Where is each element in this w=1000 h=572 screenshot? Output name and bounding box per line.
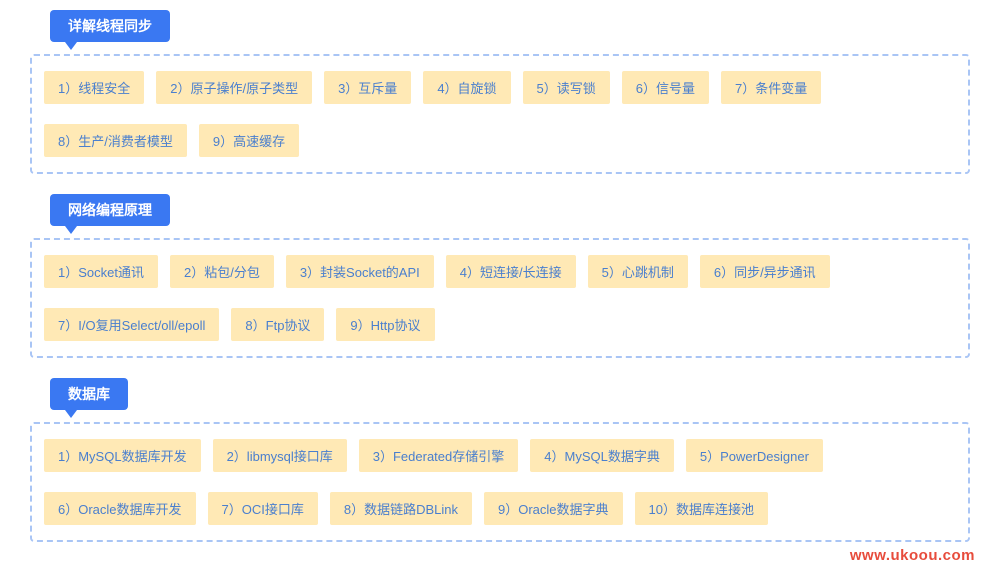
- topic-item: 2）libmysql接口库: [213, 439, 347, 472]
- topic-item: 4）MySQL数据字典: [530, 439, 674, 472]
- section-title: 网络编程原理: [68, 202, 152, 218]
- topic-item: 8）生产/消费者模型: [44, 124, 187, 157]
- topic-item: 1）MySQL数据库开发: [44, 439, 201, 472]
- topic-item: 5）读写锁: [523, 71, 610, 104]
- topic-item: 5）PowerDesigner: [686, 439, 823, 472]
- topic-item: 4）自旋锁: [423, 71, 510, 104]
- section-database: 数据库 1）MySQL数据库开发 2）libmysql接口库 3）Federat…: [30, 378, 970, 542]
- topic-item: 3）互斥量: [324, 71, 411, 104]
- section-header: 详解线程同步: [50, 10, 170, 42]
- topic-item: 9）Http协议: [336, 308, 434, 341]
- topic-item: 7）OCI接口库: [208, 492, 318, 525]
- section-header: 网络编程原理: [50, 194, 170, 226]
- section-body: 1）MySQL数据库开发 2）libmysql接口库 3）Federated存储…: [30, 422, 970, 542]
- section-body: 1）线程安全 2）原子操作/原子类型 3）互斥量 4）自旋锁 5）读写锁 6）信…: [30, 54, 970, 174]
- topic-item: 7）I/O复用Select/oll/epoll: [44, 308, 219, 341]
- section-body: 1）Socket通讯 2）粘包/分包 3）封装Socket的API 4）短连接/…: [30, 238, 970, 358]
- topic-item: 8）Ftp协议: [231, 308, 324, 341]
- topic-item: 10）数据库连接池: [635, 492, 768, 525]
- topic-item: 6）信号量: [622, 71, 709, 104]
- topic-item: 4）短连接/长连接: [446, 255, 576, 288]
- section-title: 详解线程同步: [68, 18, 152, 34]
- watermark: www.ukoou.com: [850, 547, 975, 564]
- section-network-programming: 网络编程原理 1）Socket通讯 2）粘包/分包 3）封装Socket的API…: [30, 194, 970, 358]
- topic-item: 1）Socket通讯: [44, 255, 158, 288]
- topic-item: 9）Oracle数据字典: [484, 492, 623, 525]
- topic-item: 3）Federated存储引擎: [359, 439, 519, 472]
- topic-item: 1）线程安全: [44, 71, 144, 104]
- topic-item: 2）原子操作/原子类型: [156, 71, 312, 104]
- topic-item: 6）同步/异步通讯: [700, 255, 830, 288]
- section-thread-sync: 详解线程同步 1）线程安全 2）原子操作/原子类型 3）互斥量 4）自旋锁 5）…: [30, 10, 970, 174]
- section-header: 数据库: [50, 378, 128, 410]
- topic-item: 7）条件变量: [721, 71, 821, 104]
- topic-item: 3）封装Socket的API: [286, 255, 434, 288]
- topic-item: 9）高速缓存: [199, 124, 299, 157]
- topic-item: 2）粘包/分包: [170, 255, 274, 288]
- topic-item: 5）心跳机制: [588, 255, 688, 288]
- topic-item: 8）数据链路DBLink: [330, 492, 472, 525]
- section-title: 数据库: [68, 386, 110, 402]
- topic-item: 6）Oracle数据库开发: [44, 492, 196, 525]
